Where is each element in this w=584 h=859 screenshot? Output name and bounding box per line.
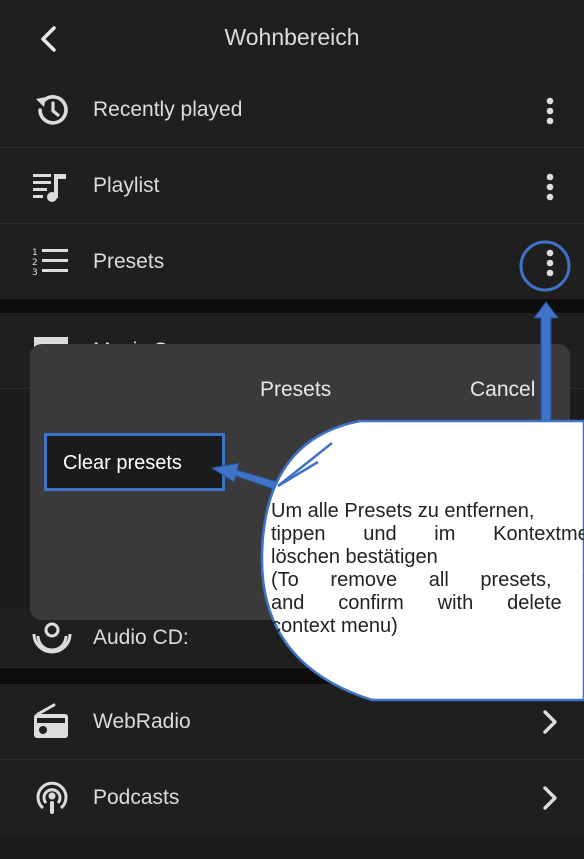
arrow-up — [533, 301, 559, 441]
app-screen: Wohnbereich Recently played Playlist 1 2… — [0, 0, 584, 859]
annotation-overlay — [210, 240, 584, 702]
highlight-circle — [519, 240, 571, 292]
callout-text: Um alle Presets zu entfernen, tippen und… — [271, 500, 584, 638]
callout-line: and confirm with delete in — [271, 592, 584, 614]
callout-line: löschen bestätigen — [271, 546, 438, 568]
arrow-left — [210, 462, 279, 491]
callout-line: (To remove all presets, tap — [271, 569, 584, 591]
callout-line: Um alle Presets zu entfernen, — [271, 500, 535, 522]
callout-line: tippen und im Kontextmenü — [271, 523, 584, 545]
callout-line: context menu) — [271, 615, 398, 637]
